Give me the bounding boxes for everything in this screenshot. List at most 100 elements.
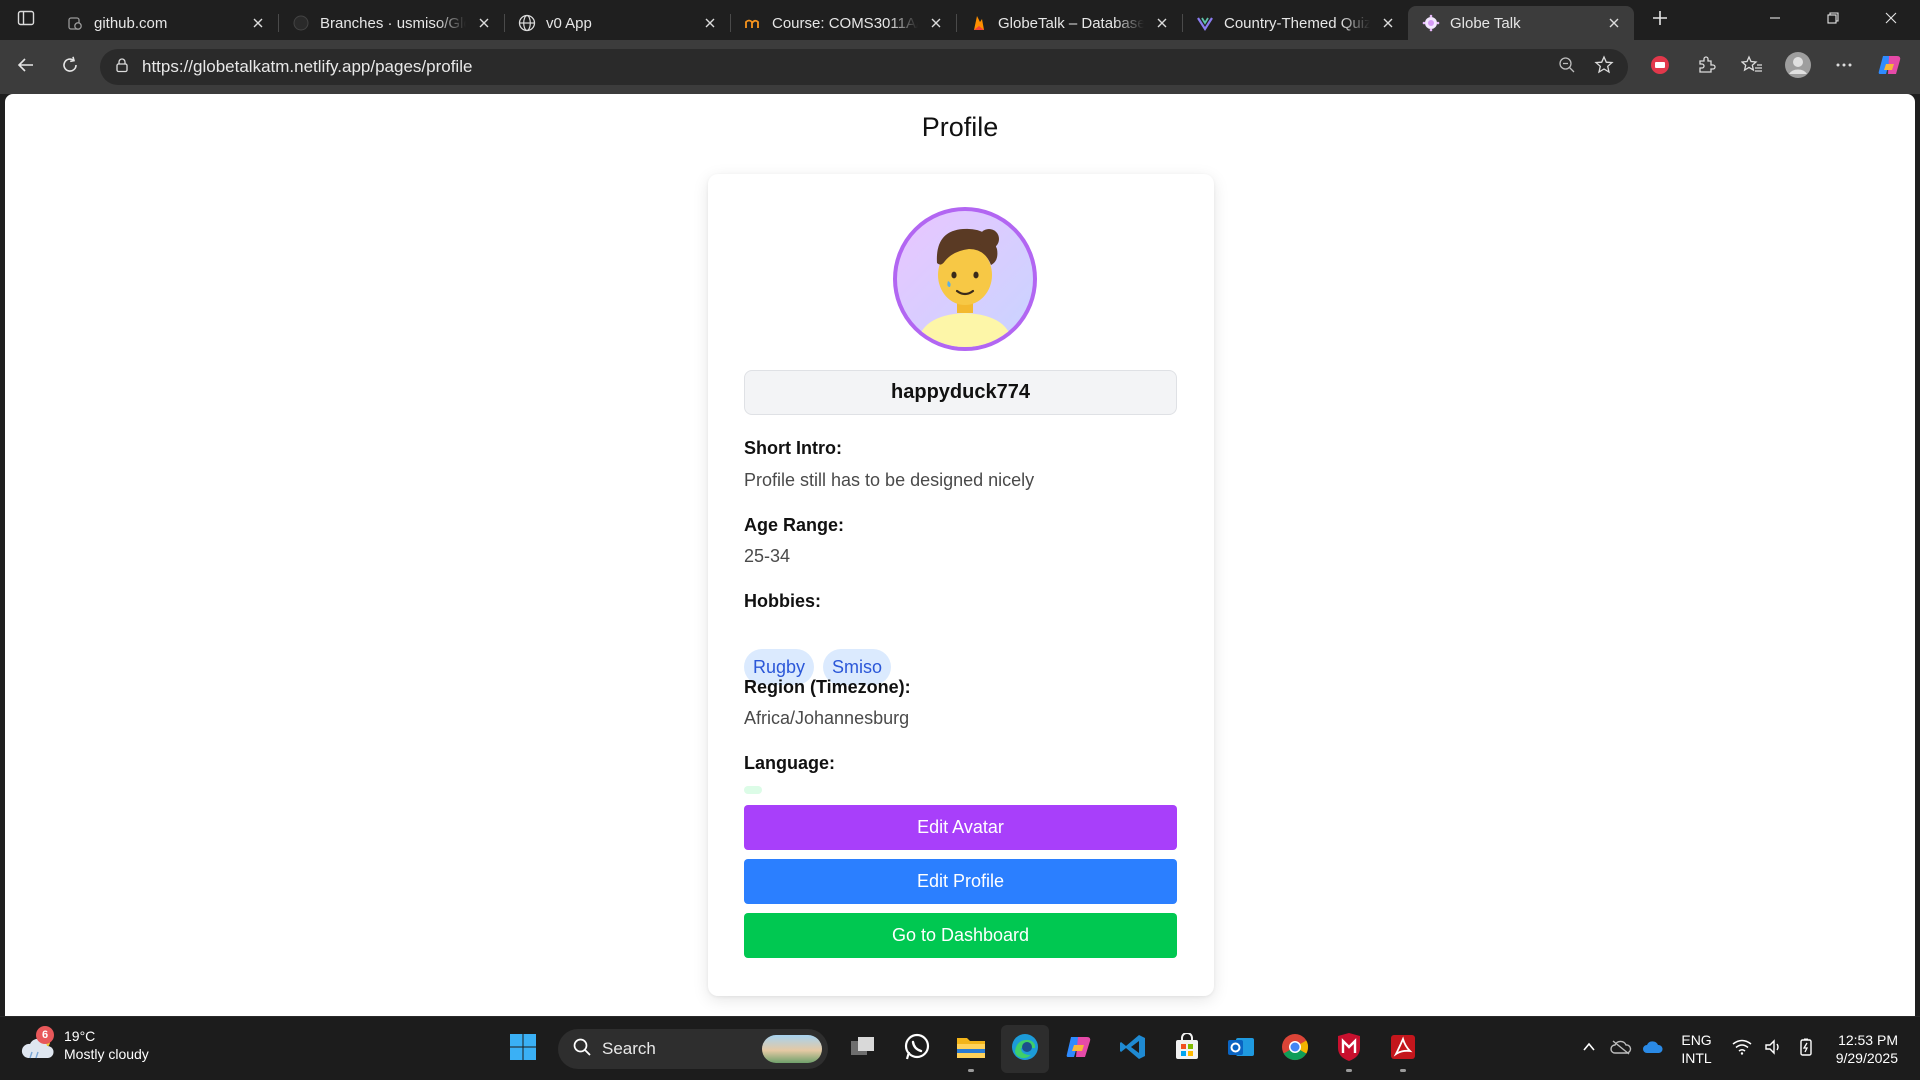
- window-controls: [1746, 0, 1920, 40]
- outlook-icon: [1226, 1032, 1256, 1067]
- globe-talk-icon: [1422, 14, 1440, 32]
- tab-actions-button[interactable]: [0, 0, 52, 40]
- battery-button[interactable]: [1790, 1029, 1822, 1069]
- store-taskbar-button[interactable]: [1163, 1025, 1211, 1073]
- back-button[interactable]: [4, 47, 48, 87]
- close-icon: [1885, 11, 1897, 29]
- github-icon: [66, 14, 84, 32]
- close-icon[interactable]: [1604, 13, 1624, 33]
- language-chip-empty: [744, 786, 762, 794]
- language-code: ENG: [1681, 1032, 1712, 1048]
- start-button[interactable]: [499, 1025, 547, 1073]
- profile-button[interactable]: [1778, 47, 1818, 87]
- close-icon[interactable]: [1378, 13, 1398, 33]
- adblock-extension-icon: [1649, 54, 1671, 81]
- extension-button[interactable]: [1640, 47, 1680, 87]
- tab-title: Course: COMS3011A/C: [772, 14, 918, 32]
- lock-icon: [114, 57, 130, 78]
- arrow-left-icon: [16, 55, 36, 80]
- chrome-icon: [1280, 1032, 1310, 1067]
- chevron-up-icon: [1582, 1040, 1596, 1059]
- copilot-taskbar-button[interactable]: [1055, 1025, 1103, 1073]
- weather-temp: 19°C: [64, 1028, 96, 1044]
- zoom-out-icon[interactable]: [1558, 56, 1576, 79]
- close-window-button[interactable]: [1862, 0, 1920, 40]
- keyboard-layout: INTL: [1681, 1050, 1712, 1066]
- whatsapp-icon: [902, 1032, 932, 1067]
- onedrive-cloud-icon: [1642, 1039, 1664, 1060]
- browser-tab-strip: github.com Branches · usmiso/GlobeTalk v…: [0, 0, 1920, 40]
- copilot-icon: [1064, 1032, 1094, 1067]
- system-tray: ENG INTL 12:53 PM 9/29/2025: [1573, 1017, 1920, 1080]
- refresh-icon: [60, 55, 80, 80]
- favorite-star-icon[interactable]: [1594, 54, 1614, 80]
- whatsapp-taskbar-button[interactable]: [893, 1025, 941, 1073]
- chrome-taskbar-button[interactable]: [1271, 1025, 1319, 1073]
- settings-more-button[interactable]: [1824, 47, 1864, 87]
- vscode-icon: [1118, 1032, 1148, 1067]
- copilot-icon: [1877, 52, 1903, 83]
- refresh-button[interactable]: [48, 47, 92, 87]
- network-button[interactable]: [1726, 1029, 1758, 1069]
- clock-date: 9/29/2025: [1835, 1050, 1898, 1066]
- restore-button[interactable]: [1804, 0, 1862, 40]
- acrobat-taskbar-button[interactable]: [1379, 1025, 1427, 1073]
- tab-v0-app[interactable]: v0 App: [504, 6, 730, 40]
- edit-profile-button[interactable]: Edit Profile: [744, 859, 1177, 904]
- clock[interactable]: 12:53 PM 9/29/2025: [1836, 1031, 1898, 1067]
- taskbar-search[interactable]: Search: [558, 1029, 828, 1069]
- edit-avatar-button[interactable]: Edit Avatar: [744, 805, 1177, 850]
- tab-course[interactable]: Course: COMS3011A/C: [730, 6, 956, 40]
- firebase-icon: [970, 14, 988, 32]
- favorites-button[interactable]: [1732, 47, 1772, 87]
- tab-title: Country-Themed Quiz: [1224, 14, 1370, 32]
- new-tab-button[interactable]: [1640, 0, 1680, 40]
- file-explorer-taskbar-button[interactable]: [947, 1025, 995, 1073]
- region-value: Africa/Johannesburg: [744, 708, 910, 728]
- restore-icon: [1827, 11, 1839, 29]
- search-highlight-image: [762, 1035, 822, 1063]
- close-icon[interactable]: [926, 13, 946, 33]
- windows-taskbar: 6 19°C Mostly cloudy Search ENG INTL 12:…: [0, 1016, 1920, 1080]
- hobbies-label: Hobbies:: [744, 591, 822, 611]
- age-range-value: 25-34: [744, 546, 791, 566]
- github-icon: [292, 14, 310, 32]
- extensions-button[interactable]: [1686, 47, 1726, 87]
- address-bar[interactable]: https://globetalkatm.netlify.app/pages/p…: [100, 49, 1628, 85]
- acrobat-pdf-icon: [1389, 1033, 1417, 1066]
- close-icon[interactable]: [700, 13, 720, 33]
- speaker-icon: [1764, 1038, 1784, 1060]
- folder-icon: [955, 1033, 987, 1066]
- tab-branches[interactable]: Branches · usmiso/GlobeTalk: [278, 6, 504, 40]
- age-range-label: Age Range:: [744, 515, 845, 535]
- minimize-button[interactable]: [1746, 0, 1804, 40]
- mcafee-taskbar-button[interactable]: [1325, 1025, 1373, 1073]
- more-dots-icon: [1834, 55, 1854, 80]
- edge-taskbar-button[interactable]: [1001, 1025, 1049, 1073]
- avatar-icon: [1784, 51, 1812, 84]
- volume-button[interactable]: [1758, 1029, 1790, 1069]
- tab-country-quiz[interactable]: Country-Themed Quiz: [1182, 6, 1408, 40]
- plus-icon: [1651, 9, 1669, 32]
- tab-github[interactable]: github.com: [52, 6, 278, 40]
- tab-globetalk-database[interactable]: GlobeTalk – Database: [956, 6, 1182, 40]
- copilot-button[interactable]: [1870, 47, 1910, 87]
- onedrive-offline-button[interactable]: [1605, 1029, 1637, 1069]
- tab-globe-talk[interactable]: Globe Talk: [1408, 6, 1634, 40]
- onedrive-button[interactable]: [1637, 1029, 1669, 1069]
- show-hidden-icons-button[interactable]: [1573, 1029, 1605, 1069]
- go-to-dashboard-button[interactable]: Go to Dashboard: [744, 913, 1177, 958]
- vscode-taskbar-button[interactable]: [1109, 1025, 1157, 1073]
- weather-widget[interactable]: 6 19°C Mostly cloudy: [20, 1026, 149, 1063]
- close-icon[interactable]: [248, 13, 268, 33]
- close-icon[interactable]: [474, 13, 494, 33]
- tab-title: Globe Talk: [1450, 14, 1521, 32]
- task-view-icon: [849, 1035, 877, 1064]
- task-view-button[interactable]: [839, 1025, 887, 1073]
- input-language-indicator[interactable]: ENG INTL: [1681, 1031, 1711, 1067]
- outlook-taskbar-button[interactable]: [1217, 1025, 1265, 1073]
- wifi-icon: [1732, 1039, 1752, 1060]
- close-icon[interactable]: [1152, 13, 1172, 33]
- url-text[interactable]: https://globetalkatm.netlify.app/pages/p…: [142, 57, 1558, 77]
- edge-icon: [1009, 1031, 1041, 1068]
